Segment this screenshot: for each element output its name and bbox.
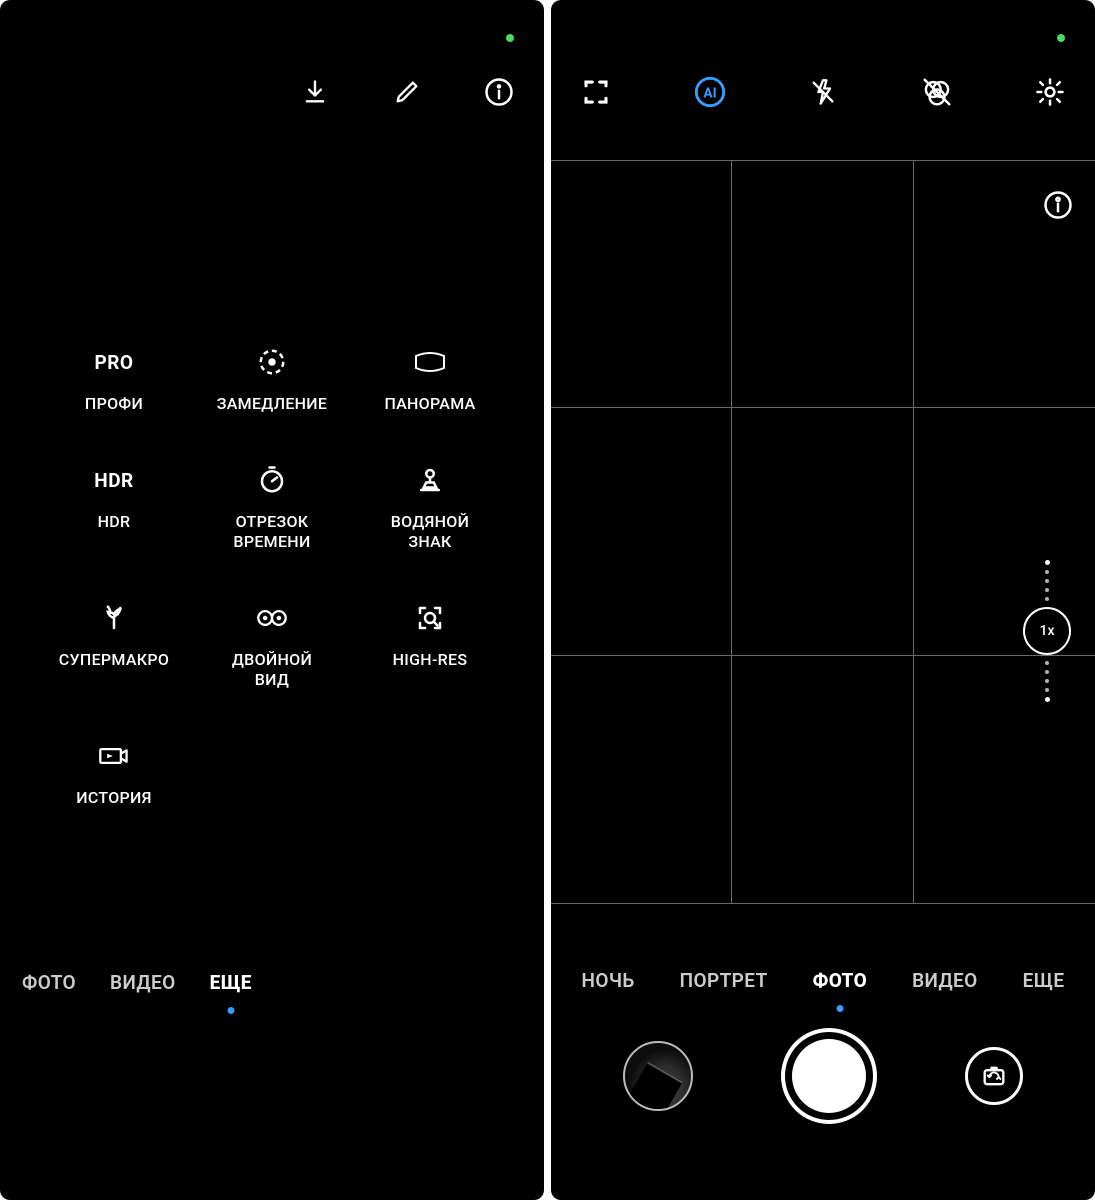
top-toolbar: AI bbox=[579, 68, 1067, 116]
mode-tabs: ФОТО ВИДЕО ЕЩЕ bbox=[22, 971, 252, 994]
tab-video[interactable]: ВИДЕО bbox=[110, 971, 176, 994]
scan-icon[interactable] bbox=[579, 75, 613, 109]
settings-icon[interactable] bbox=[1033, 75, 1067, 109]
hdr-icon: HDR bbox=[98, 464, 130, 496]
tab-photo[interactable]: ФОТО bbox=[813, 969, 867, 992]
mode-label: ИСТОРИЯ bbox=[76, 788, 152, 808]
info-icon[interactable] bbox=[1043, 190, 1073, 220]
flash-off-icon[interactable] bbox=[806, 75, 840, 109]
mode-label: СУПЕРМАКРО bbox=[59, 650, 169, 670]
camera-modes-grid: PRO ПРОФИ ЗАМЕДЛЕНИЕ ПАНОРАМА HDR HDR ОТ… bbox=[40, 346, 504, 808]
gallery-thumbnail[interactable] bbox=[623, 1041, 693, 1111]
download-icon[interactable] bbox=[300, 77, 330, 107]
mode-label: ОТРЕЗОК ВРЕМЕНИ bbox=[233, 512, 310, 552]
mode-highres[interactable]: HIGH-RES bbox=[356, 602, 504, 690]
dualview-icon bbox=[256, 602, 288, 634]
mode-label: ПАНОРАМА bbox=[384, 394, 475, 414]
info-icon[interactable] bbox=[484, 77, 514, 107]
mode-timelapse[interactable]: ОТРЕЗОК ВРЕМЕНИ bbox=[198, 464, 346, 552]
stamp-icon bbox=[414, 464, 446, 496]
mode-panorama[interactable]: ПАНОРАМА bbox=[356, 346, 504, 414]
mode-label: HIGH-RES bbox=[393, 650, 468, 670]
highres-icon bbox=[414, 602, 446, 634]
tab-video[interactable]: ВИДЕО bbox=[912, 969, 978, 992]
top-toolbar bbox=[300, 64, 514, 120]
ai-icon[interactable]: AI bbox=[693, 75, 727, 109]
tab-portrait[interactable]: ПОРТРЕТ bbox=[680, 969, 768, 992]
tab-photo[interactable]: ФОТО bbox=[22, 971, 76, 994]
mode-slowmo[interactable]: ЗАМЕДЛЕНИЕ bbox=[198, 346, 346, 414]
status-privacy-dot bbox=[506, 34, 514, 42]
edit-icon[interactable] bbox=[392, 77, 422, 107]
zoom-slider[interactable]: 1x bbox=[1023, 560, 1071, 702]
tab-more[interactable]: ЕЩЕ bbox=[1023, 969, 1065, 992]
filter-off-icon[interactable] bbox=[920, 75, 954, 109]
mode-tabs: НОЧЬ ПОРТРЕТ ФОТО ВИДЕО ЕЩЕ bbox=[551, 969, 1095, 992]
camera-more-screen: PRO ПРОФИ ЗАМЕДЛЕНИЕ ПАНОРАМА HDR HDR ОТ… bbox=[0, 0, 544, 1200]
mode-watermark[interactable]: ВОДЯНОЙ ЗНАК bbox=[356, 464, 504, 552]
mode-label: ПРОФИ bbox=[85, 394, 143, 414]
mode-label: ДВОЙНОЙ ВИД bbox=[232, 650, 312, 690]
mode-label: ЗАМЕДЛЕНИЕ bbox=[217, 394, 328, 414]
story-icon bbox=[98, 740, 130, 772]
mode-label: ВОДЯНОЙ ЗНАК bbox=[391, 512, 469, 552]
tab-night[interactable]: НОЧЬ bbox=[581, 969, 634, 992]
mode-story[interactable]: ИСТОРИЯ bbox=[40, 740, 188, 808]
mode-pro[interactable]: PRO ПРОФИ bbox=[40, 346, 188, 414]
camera-photo-screen: AI 1x НОЧЬ ПОРТРЕТ ФОТО ВИДЕО ЕЩЕ bbox=[551, 0, 1095, 1200]
mode-supermacro[interactable]: СУПЕРМАКРО bbox=[40, 602, 188, 690]
tab-more[interactable]: ЕЩЕ bbox=[210, 971, 252, 994]
zoom-level[interactable]: 1x bbox=[1023, 607, 1071, 655]
camera-bottom-controls bbox=[551, 1024, 1095, 1128]
viewfinder-grid[interactable] bbox=[551, 160, 1095, 904]
macro-icon bbox=[98, 602, 130, 634]
svg-text:AI: AI bbox=[703, 86, 716, 102]
slowmo-icon bbox=[256, 346, 288, 378]
mode-label: HDR bbox=[98, 512, 131, 532]
pro-icon: PRO bbox=[98, 346, 130, 378]
mode-hdr[interactable]: HDR HDR bbox=[40, 464, 188, 552]
panorama-icon bbox=[414, 346, 446, 378]
mode-dualview[interactable]: ДВОЙНОЙ ВИД bbox=[198, 602, 346, 690]
timer-icon bbox=[256, 464, 288, 496]
shutter-button[interactable] bbox=[781, 1028, 877, 1124]
status-privacy-dot bbox=[1057, 34, 1065, 42]
switch-camera-button[interactable] bbox=[965, 1047, 1023, 1105]
